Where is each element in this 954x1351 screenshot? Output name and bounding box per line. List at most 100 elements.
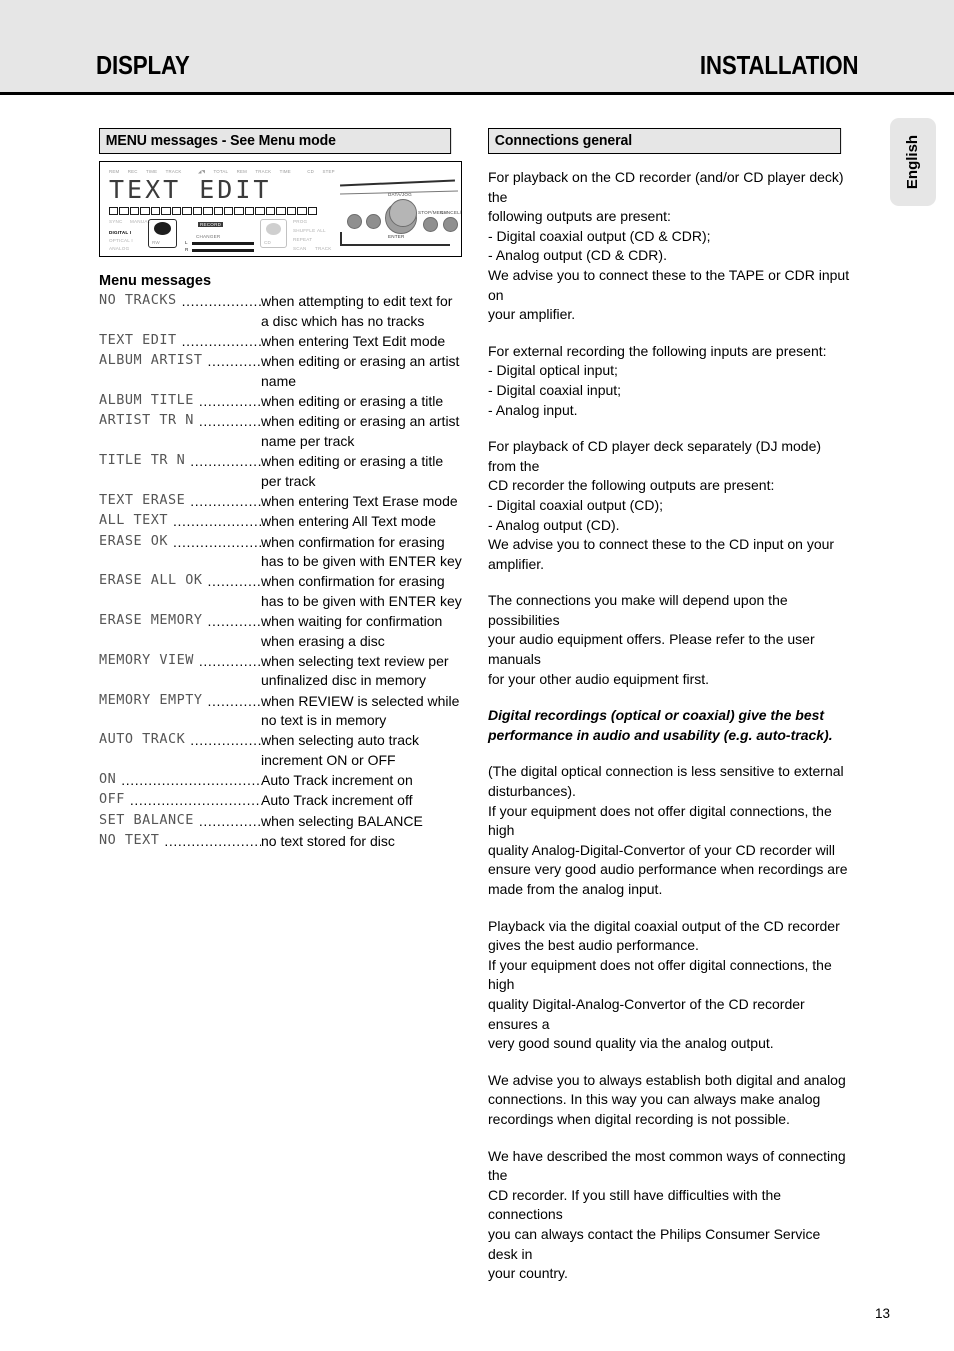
label-prog: PROG (293, 219, 308, 224)
lcd-main-text: TEXT EDIT (109, 175, 272, 204)
data-jog-label: DATA/JOG (388, 192, 412, 197)
paragraph: For playback of CD player deck separatel… (488, 437, 852, 574)
paragraph-line: your country. (488, 1265, 568, 1282)
menu-message-description: when editing or erasing an artist name p… (261, 413, 460, 449)
menu-message-row: TITLE TR N..............................… (99, 452, 462, 491)
page-number: 13 (874, 1306, 890, 1321)
recorder-disc-icon (154, 222, 171, 235)
menu-message-row: SET BALANCE.............................… (99, 812, 462, 832)
label-sync: SYNC (109, 219, 123, 224)
paragraph-line: very good sound quality via the analog o… (488, 1035, 774, 1052)
menu-messages-list-title: Menu messages (99, 273, 212, 289)
panel-button-4 (443, 217, 458, 232)
cd-recorder-display-illustration: REM REC TIME TRACK ◢◥ TOTAL REM TRACK TI… (99, 161, 462, 257)
panel-edge-left (340, 232, 342, 246)
recorder-transport-label: RW (152, 240, 160, 245)
menu-message-term: TEXT ERASE (99, 491, 186, 508)
meter-bar-left (192, 242, 254, 245)
menu-message-term: ALBUM TITLE (99, 391, 194, 408)
panel-button-2 (366, 214, 381, 229)
menu-message-row: ALBUM TITLE.............................… (99, 392, 462, 412)
menu-message-row: TEXT ERASE..............................… (99, 492, 462, 512)
paragraph-line: Playback via the digital coaxial output … (488, 917, 840, 934)
paragraph-line: We advise you to always establish both d… (488, 1071, 846, 1088)
paragraph: (The digital optical connection is less … (488, 762, 852, 899)
player-disc-icon (266, 223, 281, 235)
label-track: TRACK (315, 246, 332, 251)
menu-message-description: when entering Text Edit mode (261, 332, 446, 349)
language-tab: English (890, 118, 936, 206)
menu-message-description: Auto Track increment on (261, 771, 413, 788)
paragraph-line: quality Digital-Analog-Convertor of the … (488, 995, 805, 1032)
meter-right-label: R (185, 247, 189, 252)
menu-message-row: MEMORY EMPTY............................… (99, 692, 462, 731)
dot-leader: ........................................… (190, 492, 261, 509)
paragraph-line: recordings when digital recording is not… (488, 1110, 790, 1127)
paragraph-line: Digital recordings (optical or coaxial) … (488, 707, 825, 724)
indicator-track-1: TRACK (165, 169, 182, 174)
paragraph-line: gives the best audio performance. (488, 937, 699, 954)
dot-leader: ........................................… (198, 392, 261, 409)
paragraph-line: for your other audio equipment first. (488, 670, 710, 687)
menu-message-term: NO TEXT (99, 832, 160, 849)
paragraph: For playback on the CD recorder (and/or … (488, 168, 852, 325)
paragraph-line: your audio equipment offers. Please refe… (488, 631, 815, 668)
menu-message-description: no text stored for disc (261, 833, 395, 850)
section-heading-menu-messages: MENU messages - See Menu mode (99, 128, 452, 154)
menu-messages-list: NO TRACKS...............................… (99, 292, 462, 852)
menu-message-term: NO TRACKS (99, 292, 177, 308)
paragraph-line: disturbances). (488, 783, 576, 800)
menu-message-description: when entering Text Erase mode (261, 492, 458, 509)
player-deck-label: CD (264, 240, 272, 245)
label-shuffle: SHUFFLE (293, 228, 316, 233)
menu-message-row: ARTIST TR N.............................… (99, 412, 462, 451)
paragraph-line: - Digital coaxial output (CD); (488, 496, 664, 513)
menu-message-term: OFF (99, 791, 125, 808)
paragraph-line: CD recorder the following outputs are pr… (488, 477, 775, 494)
header-title-left: DISPLAY (96, 50, 190, 80)
dot-leader: ........................................… (198, 413, 261, 430)
dot-leader: ........................................… (173, 533, 261, 550)
menu-message-description: when attempting to edit text for a disc … (261, 293, 453, 329)
menu-message-row: NO TRACKS...............................… (99, 292, 462, 331)
indicator-rem-2: REM (236, 169, 247, 174)
menu-message-term: AUTO TRACK (99, 731, 186, 748)
connections-general-body: For playback on the CD recorder (and/or … (488, 168, 852, 1284)
paragraph-line: If your equipment does not offer digital… (488, 802, 832, 839)
paragraph: We have described the most common ways o… (488, 1147, 852, 1284)
paragraph-line: For external recording the following inp… (488, 342, 827, 359)
menu-message-row: TEXT EDIT...............................… (99, 332, 462, 352)
dot-leader: ........................................… (207, 573, 261, 590)
menu-message-term: SET BALANCE (99, 811, 194, 828)
menu-message-description: when confirmation for erasing has to be … (261, 573, 462, 610)
label-analog-input: ANALOG (109, 246, 130, 251)
panel-edge-bottom (340, 244, 450, 246)
paragraph-line: We advise you to connect these to the CD… (488, 536, 835, 553)
indicator-time-1: TIME (146, 169, 158, 174)
menu-message-description: Auto Track increment off (261, 792, 413, 809)
paragraph: For external recording the following inp… (488, 342, 852, 420)
meter-left-label: L (185, 240, 188, 245)
paragraph-line: For playback on the CD recorder (and/or … (488, 169, 844, 205)
menu-message-term: TEXT EDIT (99, 331, 177, 348)
menu-message-description: when selecting auto track increment ON o… (261, 732, 419, 768)
paragraph-line: - Analog output (CD & CDR). (488, 247, 667, 264)
section-heading-connections-general: Connections general (488, 128, 842, 154)
menu-message-term: MEMORY VIEW (99, 651, 194, 668)
panel-button-1 (347, 214, 362, 229)
label-cancel-edit: CANCEL/EDIT (440, 210, 462, 215)
disc-icon: ◢◥ (197, 169, 206, 174)
paragraph-line: - Analog output (CD). (488, 516, 620, 533)
paragraph: Digital recordings (optical or coaxial) … (488, 706, 852, 745)
paragraph-line: CD recorder. If you still have difficult… (488, 1186, 782, 1223)
header-title-right: INSTALLATION (699, 50, 858, 80)
panel-button-3 (423, 217, 438, 232)
paragraph-line: - Digital coaxial output (CD & CDR); (488, 227, 711, 244)
paragraph-line: For playback of CD player deck separatel… (488, 438, 822, 474)
paragraph-line: (The digital optical connection is less … (488, 763, 844, 780)
enter-label: ENTER (388, 234, 405, 239)
indicator-time-2: TIME (279, 169, 291, 174)
menu-message-row: ERASE ALL OK............................… (99, 572, 462, 611)
menu-message-row: OFF.....................................… (99, 791, 462, 811)
indicator-cd: CD (307, 169, 315, 174)
